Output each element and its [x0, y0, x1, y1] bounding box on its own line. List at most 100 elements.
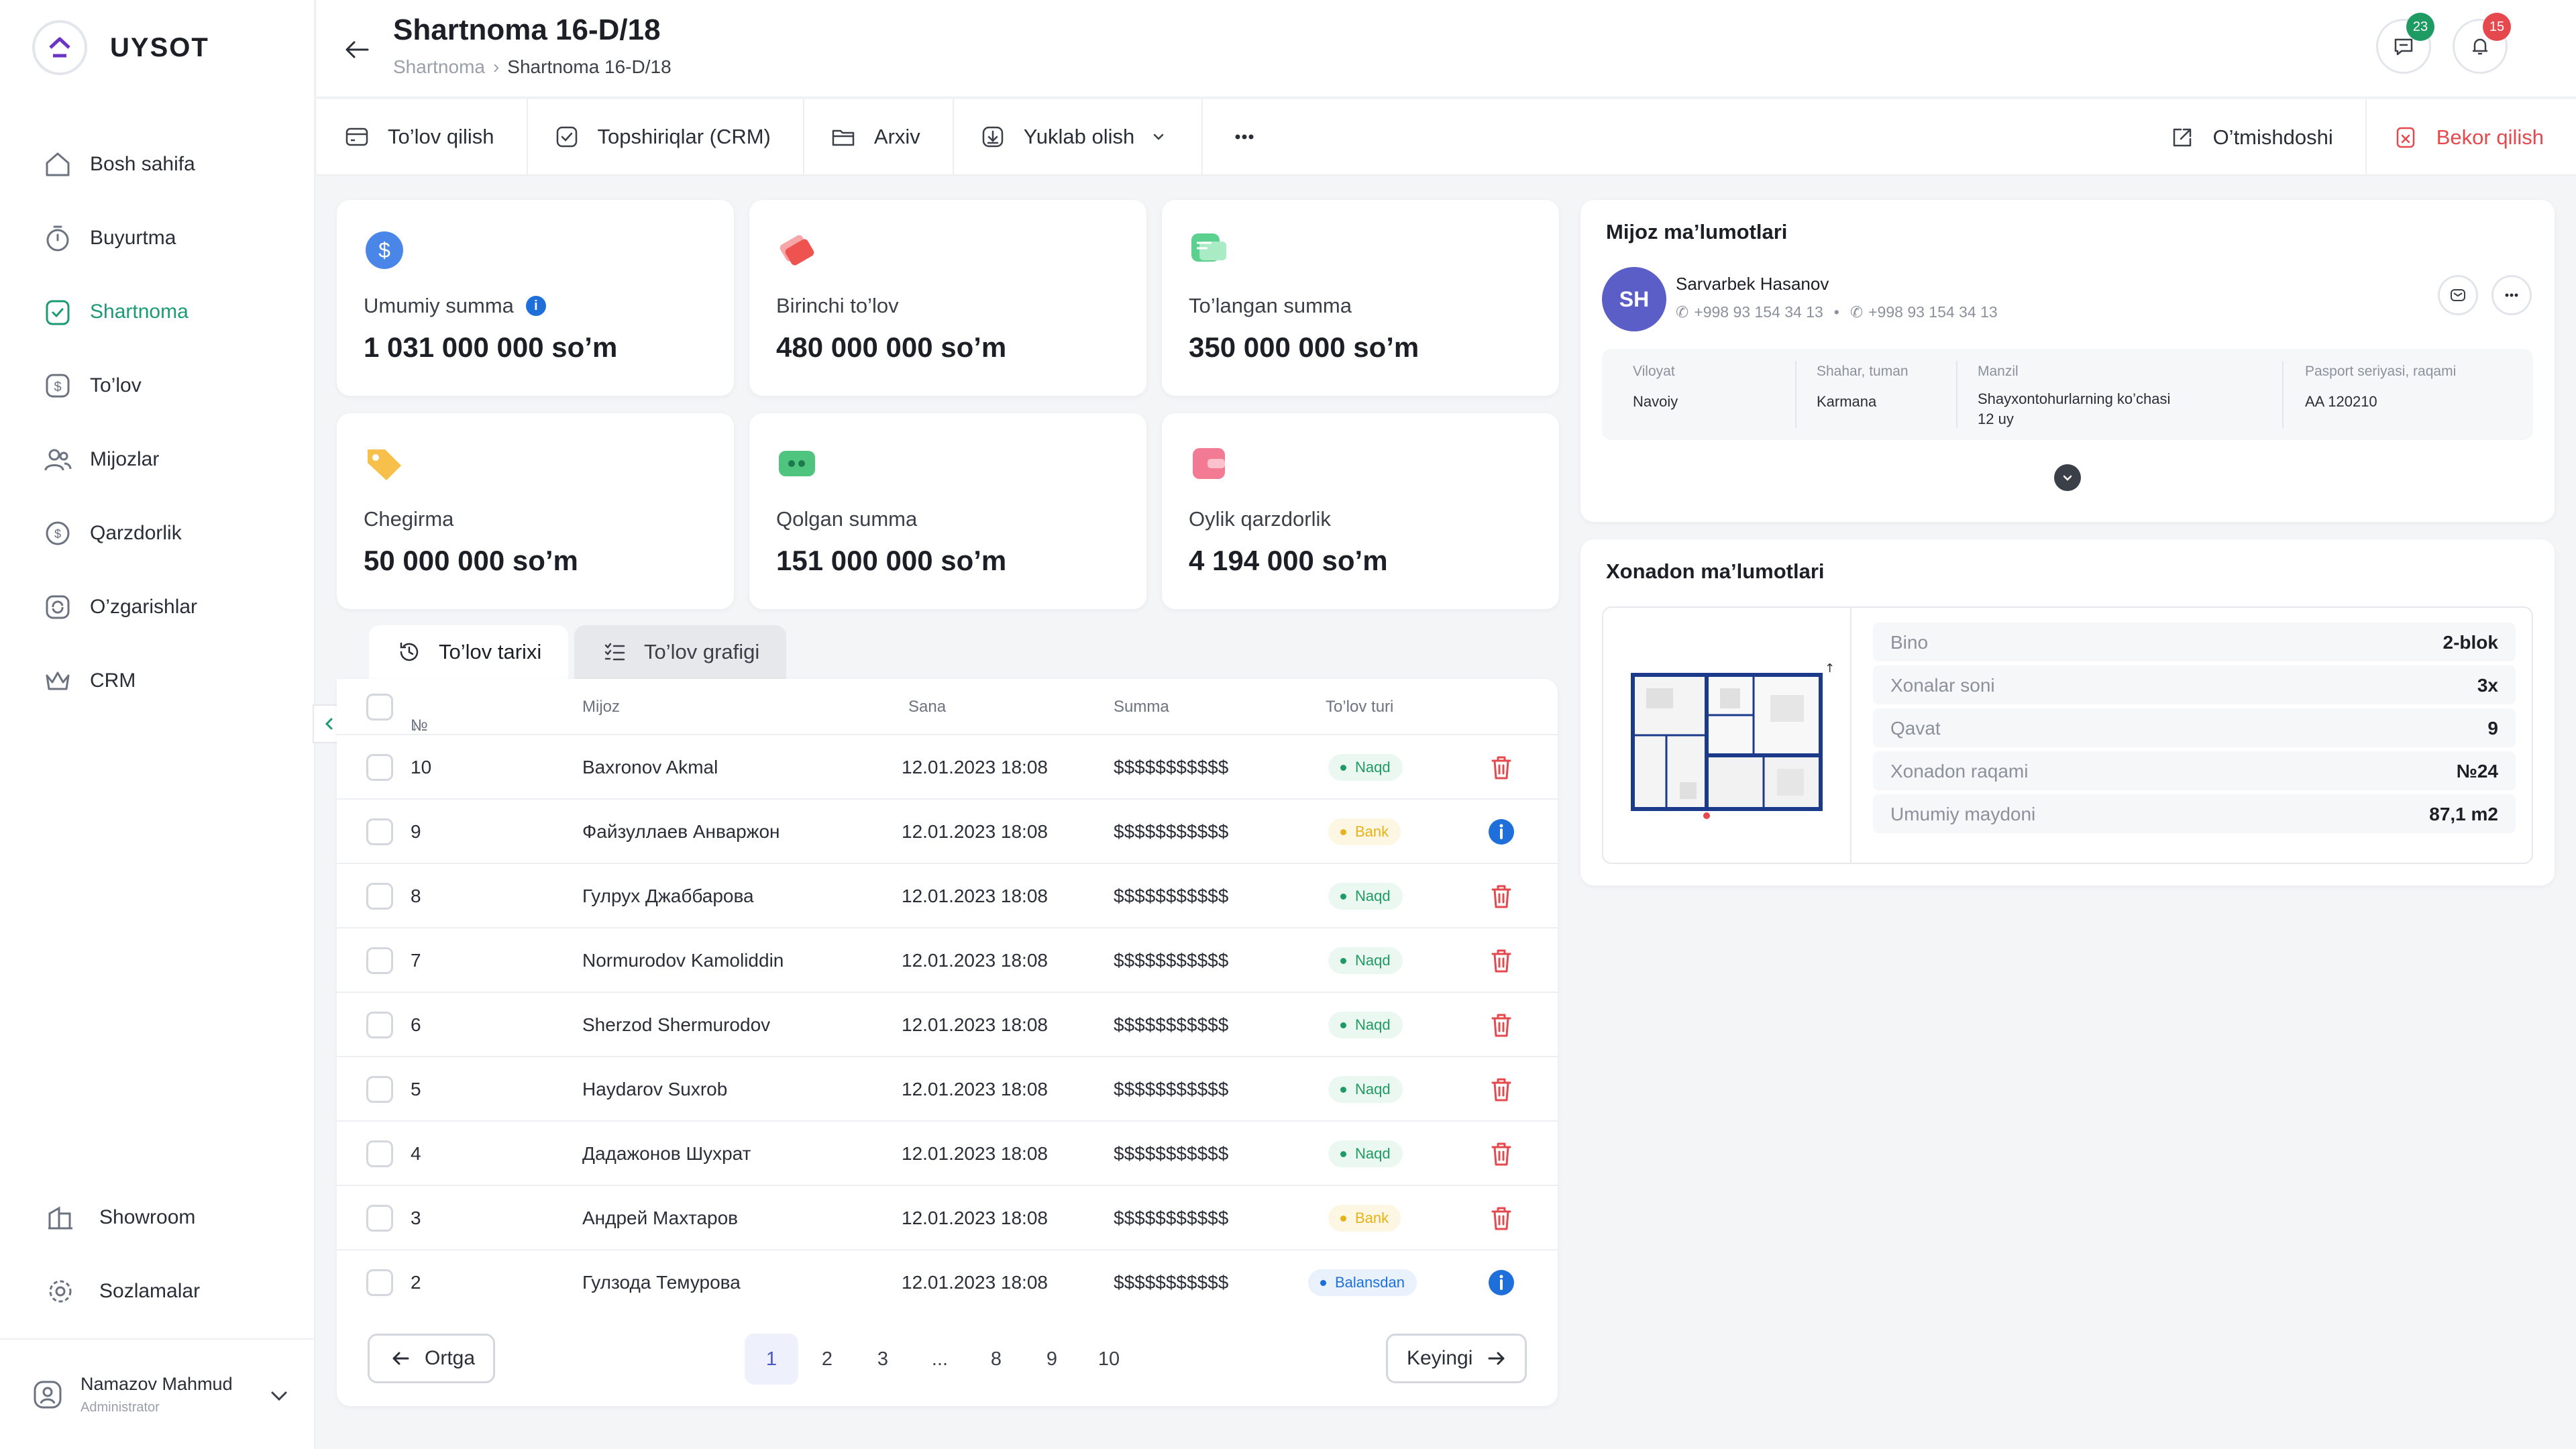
chevron-down-icon[interactable] — [266, 1383, 292, 1409]
table-row[interactable]: 3 Андрей Махтаров 12.01.2023 18:08 $$$$$… — [337, 1186, 1558, 1250]
tasks-button[interactable]: Topshiriqlar (CRM) — [528, 99, 804, 175]
page-number[interactable]: 1 — [745, 1334, 798, 1385]
field-label: Bino — [1890, 632, 1929, 653]
message-customer-button[interactable] — [2438, 275, 2478, 315]
breadcrumb-link[interactable]: Shartnoma — [393, 56, 485, 78]
page-number[interactable]: 10 — [1082, 1334, 1136, 1385]
mail-icon — [2449, 286, 2467, 305]
archive-button[interactable]: Arxiv — [804, 99, 954, 175]
payment-type-badge: Naqd — [1328, 1076, 1403, 1103]
table-row[interactable]: 7 Normurodov Kamoliddin 12.01.2023 18:08… — [337, 928, 1558, 993]
download-dropdown[interactable]: Yuklab olish — [954, 99, 1203, 175]
sidebar-item-clients[interactable]: Mijozlar — [39, 423, 197, 496]
sidebar-item-debt[interactable]: $ Qarzdorlik — [39, 496, 197, 570]
table-row[interactable]: 10 Baxronov Akmal 12.01.2023 18:08 $$$$$… — [337, 735, 1558, 800]
next-page-button[interactable]: Keyingi — [1386, 1334, 1527, 1383]
prev-label: Ortga — [425, 1347, 476, 1369]
row-date: 12.01.2023 18:08 — [902, 1079, 1048, 1099]
sidebar-item-changes[interactable]: O’zgarishlar — [39, 570, 197, 644]
info-icon[interactable] — [1485, 816, 1517, 848]
brand[interactable]: UYSOT — [32, 20, 209, 75]
phone-number[interactable]: +998 93 154 34 13 — [1694, 303, 1823, 321]
stat-label: Umumiy summa — [364, 294, 514, 317]
field-label: Viloyat — [1633, 364, 1675, 379]
page-number[interactable]: 9 — [1025, 1334, 1079, 1385]
sidebar-item-payment[interactable]: $ To’lov — [39, 349, 197, 423]
info-icon[interactable]: i — [525, 296, 546, 316]
table-row[interactable]: 8 Гулрух Джаббарова 12.01.2023 18:08 $$$… — [337, 864, 1558, 928]
stat-label: Birinchi to’lov — [776, 294, 899, 317]
info-icon[interactable] — [1485, 1267, 1517, 1299]
row-checkbox[interactable] — [366, 1012, 393, 1038]
tab-payment-schedule[interactable]: To’lov grafigi — [574, 625, 787, 679]
more-button[interactable] — [1203, 99, 1286, 175]
sidebar-item-home[interactable]: Bosh sahifa — [39, 127, 197, 201]
row-date: 12.01.2023 18:08 — [902, 1272, 1048, 1293]
passport-field: Pasport seriyasi, raqami AA 120210 — [2305, 364, 2456, 412]
field-label: Manzil — [1978, 364, 2019, 379]
messages-button[interactable]: 23 — [2376, 13, 2434, 74]
phone-icon: ✆ — [1849, 303, 1864, 321]
row-checkbox[interactable] — [366, 818, 393, 845]
trash-icon[interactable] — [1485, 880, 1517, 912]
sidebar-item-label: Qarzdorlik — [90, 522, 182, 544]
apartment-row-number: Xonadon raqami №24 — [1873, 751, 2516, 790]
row-checkbox[interactable] — [366, 1269, 393, 1296]
table-row[interactable]: 9 Файзуллаев Анваржон 12.01.2023 18:08 $… — [337, 800, 1558, 864]
sidebar-item-contracts[interactable]: Shartnoma — [39, 275, 197, 349]
chevron-down-icon — [2060, 470, 2075, 485]
wallet-icon — [1187, 441, 1232, 486]
page-number[interactable]: 8 — [969, 1334, 1023, 1385]
sidebar-item-orders[interactable]: Buyurtma — [39, 201, 197, 275]
trash-icon[interactable] — [1485, 1009, 1517, 1041]
expand-button[interactable] — [2054, 464, 2081, 491]
city-field: Shahar, tuman Karmana — [1817, 364, 1909, 412]
trash-icon[interactable] — [1485, 945, 1517, 977]
page-number[interactable]: 3 — [856, 1334, 910, 1385]
history-icon — [396, 639, 423, 665]
sidebar-item-label: O’zgarishlar — [90, 596, 198, 618]
sidebar-item-crm[interactable]: CRM — [39, 644, 197, 718]
tab-payment-history[interactable]: To’lov tarixi — [369, 625, 569, 679]
field-label: Pasport seriyasi, raqami — [2305, 364, 2457, 379]
trash-icon[interactable] — [1485, 751, 1517, 784]
back-arrow-icon[interactable] — [337, 30, 377, 70]
predecessor-button[interactable]: O’tmishdoshi — [2143, 99, 2367, 176]
row-amount: $$$$$$$$$$$ — [1114, 821, 1229, 842]
row-checkbox[interactable] — [366, 754, 393, 781]
more-horizontal-icon — [2502, 286, 2521, 305]
cancel-label: Bekor qilish — [2436, 125, 2544, 149]
sidebar-item-label: Mijozlar — [90, 448, 160, 470]
svg-text:↑: ↑ — [1825, 661, 1834, 676]
prev-page-button[interactable]: Ortga — [368, 1334, 495, 1383]
trash-icon[interactable] — [1485, 1073, 1517, 1106]
row-number: 3 — [411, 1208, 421, 1228]
customer-more-button[interactable] — [2491, 275, 2532, 315]
row-checkbox[interactable] — [366, 947, 393, 974]
page-number[interactable]: 2 — [800, 1334, 854, 1385]
user-name: Namazov Mahmud — [80, 1373, 233, 1394]
table-row[interactable]: 4 Дадажонов Шухрат 12.01.2023 18:08 $$$$… — [337, 1122, 1558, 1186]
sidebar-item-settings[interactable]: Sozlamalar — [42, 1254, 200, 1328]
sidebar-item-showroom[interactable]: Showroom — [42, 1181, 200, 1254]
trash-icon[interactable] — [1485, 1202, 1517, 1234]
predecessor-label: O’tmishdoshi — [2212, 125, 2333, 149]
floor-plan-image[interactable]: ↑ — [1603, 608, 1851, 863]
tab-label: To’lov grafigi — [644, 640, 760, 663]
pay-button[interactable]: To’lov qilish — [317, 99, 528, 175]
more-horizontal-icon — [1230, 122, 1259, 152]
table-row[interactable]: 2 Гулзода Темурова 12.01.2023 18:08 $$$$… — [337, 1250, 1558, 1315]
table-row[interactable]: 5 Haydarov Suxrob 12.01.2023 18:08 $$$$$… — [337, 1057, 1558, 1122]
select-all-checkbox[interactable] — [366, 694, 393, 720]
notifications-button[interactable]: 15 — [2453, 13, 2511, 74]
row-checkbox[interactable] — [366, 883, 393, 910]
row-checkbox[interactable] — [366, 1140, 393, 1167]
trash-icon[interactable] — [1485, 1138, 1517, 1170]
breadcrumb-separator: › — [492, 56, 500, 77]
user-profile[interactable]: Namazov Mahmud Administrator — [0, 1338, 315, 1449]
row-checkbox[interactable] — [366, 1205, 393, 1232]
cancel-contract-button[interactable]: Bekor qilish — [2367, 99, 2576, 176]
table-row[interactable]: 6 Sherzod Shermurodov 12.01.2023 18:08 $… — [337, 993, 1558, 1057]
row-checkbox[interactable] — [366, 1076, 393, 1103]
phone-number[interactable]: +998 93 154 34 13 — [1868, 303, 1998, 321]
